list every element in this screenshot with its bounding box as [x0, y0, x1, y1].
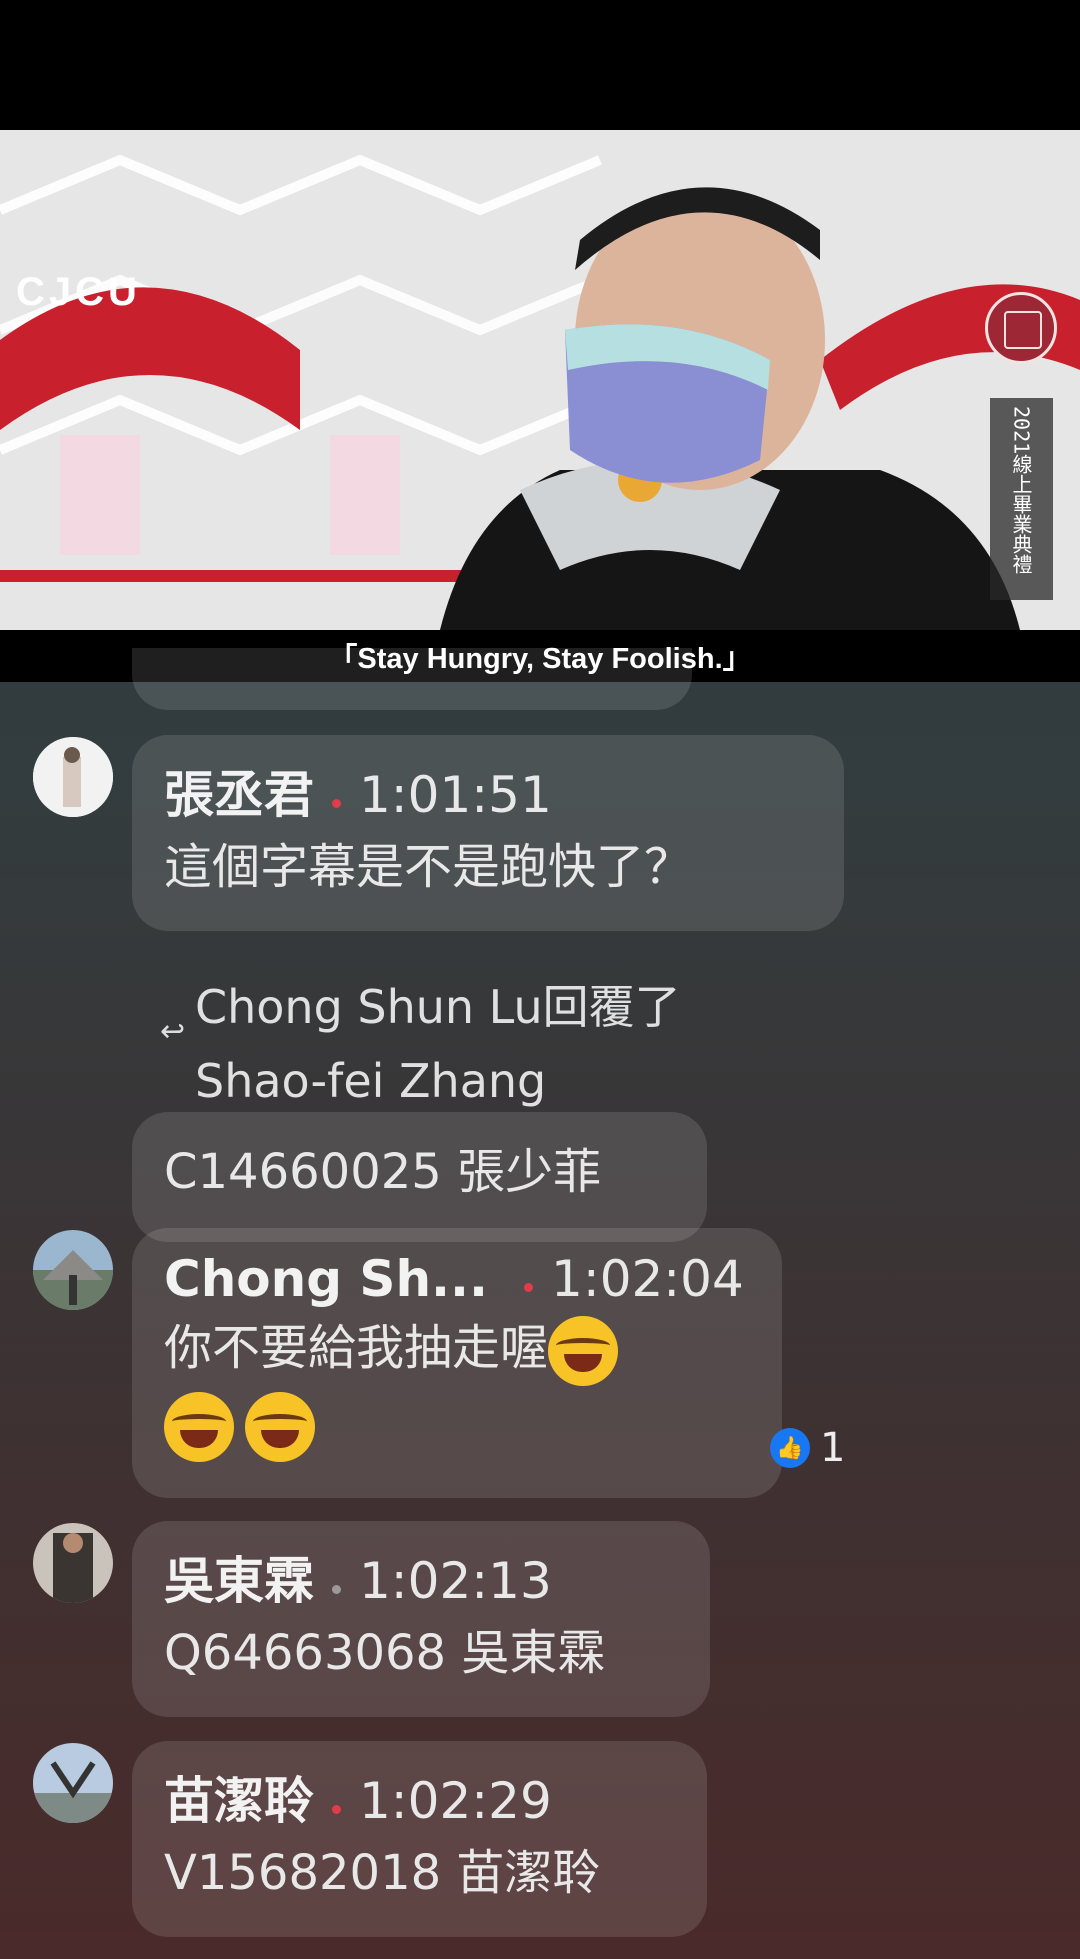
reply-author: Chong Shun Lu回覆了 [195, 980, 681, 1034]
reply-context[interactable]: Chong Shun Lu回覆了 Shao-fei Zhang [195, 970, 681, 1118]
commenter-name[interactable]: 苗潔聆 [164, 1772, 314, 1830]
laughing-emoji-icon [548, 1316, 619, 1386]
online-dot [332, 799, 341, 808]
comment-timestamp: 1:02:13 [359, 1552, 552, 1610]
video-frame [0, 130, 1080, 630]
comment-bubble[interactable]: 吳東霖 1:02:13 Q64663068 吳東霖 [132, 1521, 710, 1717]
online-dot [524, 1283, 534, 1292]
reply-to: Shao-fei Zhang [195, 1054, 547, 1108]
avatar[interactable] [33, 1230, 113, 1310]
avatar-image [33, 737, 113, 817]
offline-dot [332, 1585, 341, 1594]
video-player[interactable]: CJCU 2021 線上畢業典禮 [0, 130, 1080, 630]
like-count: 1 [820, 1425, 846, 1471]
comment-timestamp: 1:01:51 [359, 766, 552, 824]
thumbs-up-icon: 👍 [770, 1428, 810, 1468]
reply-arrow-icon: ↩ [160, 1014, 186, 1049]
avatar[interactable] [33, 1743, 113, 1823]
avatar-image [33, 1743, 113, 1823]
avatar[interactable] [33, 737, 113, 817]
comment-text: Q64663068 吳東霖 [164, 1625, 606, 1681]
avatar-image [33, 1230, 113, 1310]
online-dot [332, 1805, 341, 1814]
avatar[interactable] [33, 1523, 113, 1603]
comment-text: V15682018 苗潔聆 [164, 1845, 601, 1901]
comment-text: 你不要給我抽走喔 [164, 1320, 549, 1376]
badge-title: 線上畢業典禮 [1009, 454, 1033, 575]
badge-year: 2021 [1009, 406, 1034, 455]
comment-timestamp: 1:02:04 [551, 1250, 744, 1308]
ceremony-badge: 2021 線上畢業典禮 [990, 398, 1053, 600]
comment-bubble[interactable]: Chong Sh... 1:02:04 你不要給我抽走喔 [132, 1228, 782, 1498]
quoted-comment-bubble[interactable]: C14660025 張少菲 [132, 1112, 707, 1242]
comment-text: 這個字幕是不是跑快了？ [164, 839, 693, 895]
like-reaction[interactable]: 👍 1 [770, 1425, 845, 1471]
status-bar-area [0, 0, 1080, 130]
avatar-image [33, 1523, 113, 1603]
comment-bubble[interactable]: 張丞君 1:01:51 這個字幕是不是跑快了？ [132, 735, 844, 931]
university-seal-icon [985, 292, 1057, 364]
commenter-name[interactable]: 張丞君 [164, 766, 314, 824]
comment-bubble[interactable]: 苗潔聆 1:02:29 V15682018 苗潔聆 [132, 1741, 707, 1937]
comment-timestamp: 1:02:29 [359, 1772, 552, 1830]
cjcu-logo: CJCU [16, 270, 141, 314]
commenter-name[interactable]: Chong Sh... [164, 1250, 488, 1308]
commenter-name[interactable]: 吳東霖 [164, 1552, 314, 1610]
laughing-emoji-icon [164, 1392, 234, 1462]
quoted-comment-text: C14660025 張少菲 [164, 1144, 602, 1200]
laughing-emoji-icon [245, 1392, 316, 1462]
partial-comment-bubble [132, 648, 692, 710]
